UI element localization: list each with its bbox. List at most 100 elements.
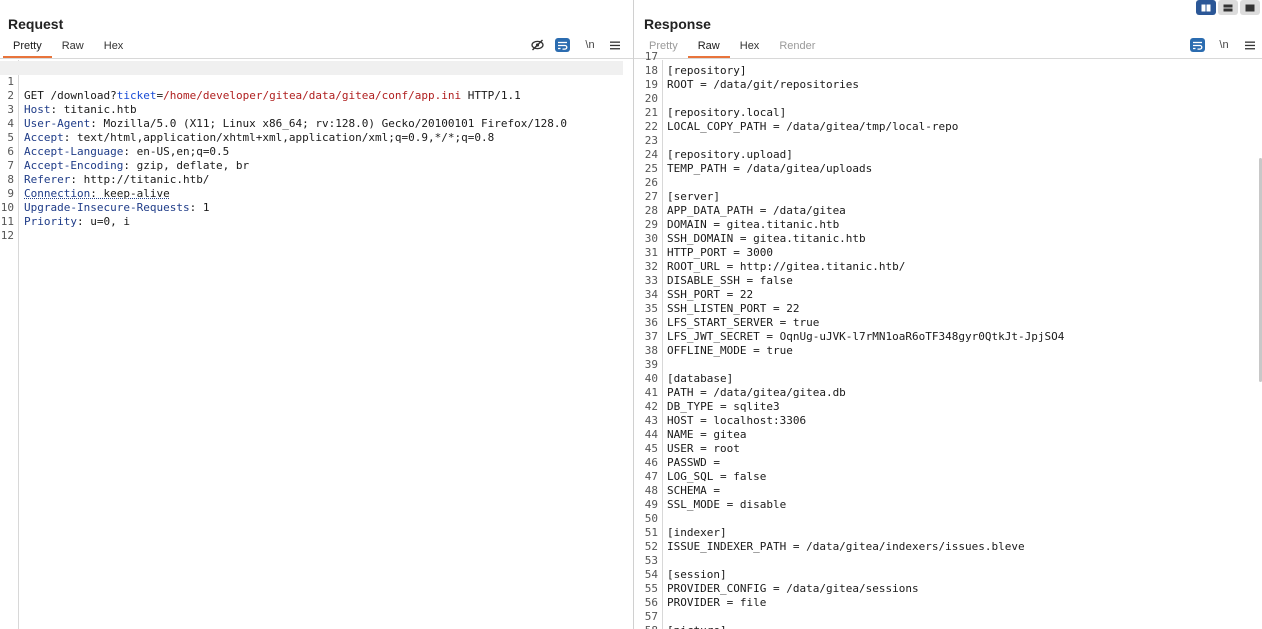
single-pane-icon[interactable] (1240, 0, 1260, 15)
response-line-number: 20 (644, 92, 658, 105)
response-line-text: DOMAIN = gitea.titanic.htb (667, 218, 840, 231)
response-line-number: 40 (644, 372, 658, 385)
response-line-text: [picture] (667, 624, 727, 629)
request-pane: Request Pretty Raw Hex \n 1 GET /downloa… (0, 0, 633, 629)
response-line-text: PATH = /data/gitea/gitea.db (667, 386, 846, 399)
response-line-number: 26 (644, 176, 658, 189)
split-horizontal-icon[interactable] (1218, 0, 1238, 15)
response-line: 56 PROVIDER = file (634, 596, 1262, 610)
response-line-number: 56 (644, 596, 658, 609)
response-line-number: 27 (644, 190, 658, 203)
response-line: 55 PROVIDER_CONFIG = /data/gitea/sessions (634, 582, 1262, 596)
response-line-text: LFS_JWT_SECRET = OqnUg-uJVK-l7rMN1oaR6oT… (667, 330, 1065, 343)
response-line-text: PROVIDER = file (667, 596, 767, 609)
response-title: Response (644, 16, 711, 32)
response-line-text: DISABLE_SSH = false (667, 274, 793, 287)
request-line: 10 Priority: u=0, i (0, 201, 130, 228)
response-line: 21 [repository.local] (634, 106, 1262, 120)
response-line-number: 51 (644, 526, 658, 539)
response-line-number: 18 (644, 64, 658, 77)
response-line-number: 34 (644, 288, 658, 301)
response-line: 39 (634, 358, 1262, 372)
response-line-number: 19 (644, 78, 658, 91)
response-line-number: 48 (644, 484, 658, 497)
response-line: 48 SCHEMA = (634, 484, 1262, 498)
response-line-number: 54 (644, 568, 658, 581)
response-line: 45 USER = root (634, 442, 1262, 456)
response-line-number: 28 (644, 204, 658, 217)
response-line-text: [indexer] (667, 526, 727, 539)
response-line-number: 39 (644, 358, 658, 371)
response-line-text: PASSWD = (667, 456, 720, 469)
response-line: 17 (634, 50, 1262, 64)
response-line-number: 35 (644, 302, 658, 315)
request-hamburger-menu-icon[interactable] (609, 38, 621, 52)
response-line: 42 DB_TYPE = sqlite3 (634, 400, 1262, 414)
request-line: 8 Connection: keep-alive (7, 173, 170, 200)
response-line-text: [session] (667, 568, 727, 581)
response-line: 49 SSL_MODE = disable (634, 498, 1262, 512)
split-vertical-icon[interactable] (1196, 0, 1216, 15)
response-line-number: 41 (644, 386, 658, 399)
response-line: 54 [session] (634, 568, 1262, 582)
request-title: Request (8, 16, 64, 32)
request-wrap-lines-icon[interactable] (555, 38, 570, 52)
response-line-number: 43 (644, 414, 658, 427)
request-tab-divider (0, 58, 633, 59)
eye-slash-icon[interactable] (530, 38, 544, 52)
response-line-text: [repository.upload] (667, 148, 793, 161)
response-line-number: 52 (644, 540, 658, 553)
request-tabs: Pretty Raw Hex (3, 37, 133, 58)
response-line: 29 DOMAIN = gitea.titanic.htb (634, 218, 1262, 232)
response-line-text: LOCAL_COPY_PATH = /data/gitea/tmp/local-… (667, 120, 959, 133)
response-line: 53 (634, 554, 1262, 568)
request-tab-raw[interactable]: Raw (52, 37, 94, 58)
response-line-text: [repository.local] (667, 106, 787, 119)
response-line-text: DB_TYPE = sqlite3 (667, 400, 780, 413)
response-line-text: TEMP_PATH = /data/gitea/uploads (667, 162, 873, 175)
response-line-text: ROOT = /data/git/repositories (667, 78, 860, 91)
response-line-text: SSH_LISTEN_PORT = 22 (667, 302, 800, 315)
response-line-text: ISSUE_INDEXER_PATH = /data/gitea/indexer… (667, 540, 1025, 553)
response-line-text: [database] (667, 372, 734, 385)
response-line: 22 LOCAL_COPY_PATH = /data/gitea/tmp/loca… (634, 120, 1262, 134)
response-line: 41 PATH = /data/gitea/gitea.db (634, 386, 1262, 400)
request-line: 12 (0, 229, 14, 242)
response-line-text: [repository] (667, 64, 747, 77)
response-line: 50 (634, 512, 1262, 526)
response-line-number: 21 (644, 106, 658, 119)
response-line: 35 SSH_LISTEN_PORT = 22 (634, 302, 1262, 316)
response-line-text: SSL_MODE = disable (667, 498, 787, 511)
response-line: 26 (634, 176, 1262, 190)
response-line: 28 APP_DATA_PATH = /data/gitea (634, 204, 1262, 218)
response-line-text: HOST = localhost:3306 (667, 414, 807, 427)
response-line-number: 32 (644, 260, 658, 273)
response-line: 20 (634, 92, 1262, 106)
response-line: 30 SSH_DOMAIN = gitea.titanic.htb (634, 232, 1262, 246)
response-line-text: LFS_START_SERVER = true (667, 316, 820, 329)
response-line-number: 45 (644, 442, 658, 455)
response-line: 52 ISSUE_INDEXER_PATH = /data/gitea/index… (634, 540, 1262, 554)
request-line: 1 GET /download?ticket=/home/developer/g… (0, 61, 623, 102)
response-line: 43 HOST = localhost:3306 (634, 414, 1262, 428)
response-line: 34 SSH_PORT = 22 (634, 288, 1262, 302)
response-line-number: 37 (644, 330, 658, 343)
response-line: 18 [repository] (634, 64, 1262, 78)
response-pane: Response Pretty Raw Hex Render \n 17 18 [r… (634, 0, 1262, 629)
response-line-number: 36 (644, 316, 658, 329)
request-newline-toggle[interactable]: \n (583, 38, 597, 52)
response-line-number: 53 (644, 554, 658, 567)
response-line: 57 (634, 610, 1262, 624)
response-line: 23 (634, 134, 1262, 148)
request-line: 9 Upgrade-Insecure-Requests: 1 (7, 187, 210, 214)
response-line: 27 [server] (634, 190, 1262, 204)
request-tab-hex[interactable]: Hex (94, 37, 134, 58)
response-line-number: 55 (644, 582, 658, 595)
request-tab-pretty[interactable]: Pretty (3, 37, 52, 58)
response-editor[interactable]: 17 18 [repository] 19 ROOT = /data/git/repos… (634, 50, 1262, 629)
request-editor[interactable]: 1 GET /download?ticket=/home/developer/g… (0, 60, 633, 629)
response-line: 19 ROOT = /data/git/repositories (634, 78, 1262, 92)
response-line-text: APP_DATA_PATH = /data/gitea (667, 204, 846, 217)
response-line: 51 [indexer] (634, 526, 1262, 540)
response-line-number: 47 (644, 470, 658, 483)
